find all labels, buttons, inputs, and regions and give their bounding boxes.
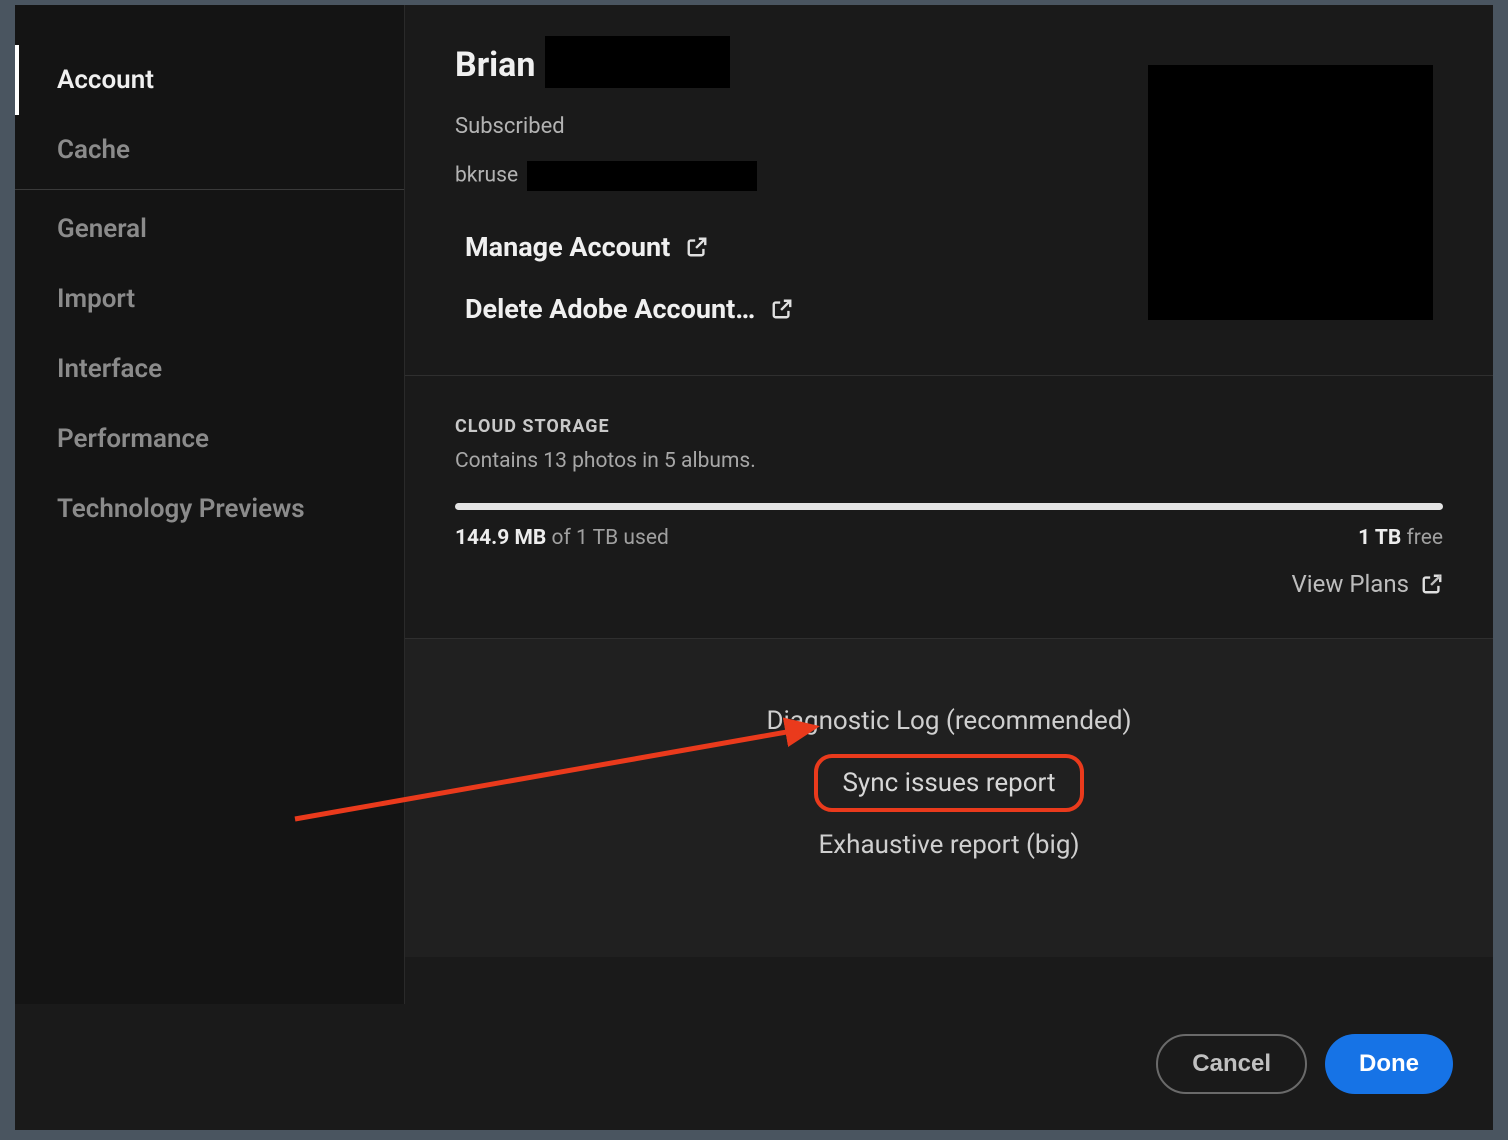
redacted-email [527, 161, 757, 191]
preferences-dialog: Account Cache General Import Interface P… [15, 5, 1493, 1130]
storage-free: 1 TB free [1358, 526, 1443, 550]
dialog-footer: Cancel Done [15, 1004, 1493, 1130]
delete-account-label: Delete Adobe Account… [465, 293, 755, 325]
main-panel: Brian Subscribed bkruse Manage Account [405, 5, 1493, 1004]
external-link-icon [771, 298, 793, 320]
storage-bar [455, 503, 1443, 510]
account-name: Brian [455, 45, 535, 85]
sidebar-item-cache[interactable]: Cache [15, 115, 404, 185]
sidebar-item-account[interactable]: Account [15, 45, 404, 115]
cloud-storage-section: CLOUD STORAGE Contains 13 photos in 5 al… [405, 376, 1493, 639]
account-section: Brian Subscribed bkruse Manage Account [405, 5, 1493, 376]
external-link-icon [1421, 573, 1443, 595]
storage-used-suffix: of 1 TB used [552, 526, 669, 550]
sync-issues-report-option[interactable]: Sync issues report [814, 754, 1083, 812]
storage-free-suffix: free [1407, 526, 1444, 550]
cloud-storage-summary: Contains 13 photos in 5 albums. [455, 449, 1443, 473]
dialog-body: Account Cache General Import Interface P… [15, 5, 1493, 1004]
avatar [1148, 65, 1433, 320]
manage-account-label: Manage Account [465, 231, 670, 263]
exhaustive-report-option[interactable]: Exhaustive report (big) [405, 818, 1493, 872]
diagnostic-log-option[interactable]: Diagnostic Log (recommended) [405, 694, 1493, 748]
account-email-prefix: bkruse [455, 163, 518, 187]
sidebar-item-performance[interactable]: Performance [15, 404, 404, 474]
sidebar-item-import[interactable]: Import [15, 264, 404, 334]
sidebar-item-technology-previews[interactable]: Technology Previews [15, 474, 404, 544]
cancel-button[interactable]: Cancel [1156, 1034, 1307, 1094]
storage-usage-row: 144.9 MB of 1 TB used 1 TB free [455, 526, 1443, 550]
redacted-name [545, 36, 730, 88]
cloud-storage-heading: CLOUD STORAGE [455, 416, 1443, 437]
storage-used: 144.9 MB of 1 TB used [455, 526, 669, 550]
sidebar-item-general[interactable]: General [15, 194, 404, 264]
done-button[interactable]: Done [1325, 1034, 1453, 1094]
view-plans-label: View Plans [1291, 570, 1409, 598]
storage-used-amount: 144.9 MB [455, 526, 546, 550]
sidebar-separator [15, 189, 404, 190]
sidebar: Account Cache General Import Interface P… [15, 5, 405, 1004]
view-plans-link[interactable]: View Plans [455, 570, 1443, 598]
external-link-icon [686, 236, 708, 258]
sidebar-item-interface[interactable]: Interface [15, 334, 404, 404]
storage-free-amount: 1 TB [1358, 526, 1401, 550]
diagnostics-section: Diagnostic Log (recommended) Sync issues… [405, 639, 1493, 957]
